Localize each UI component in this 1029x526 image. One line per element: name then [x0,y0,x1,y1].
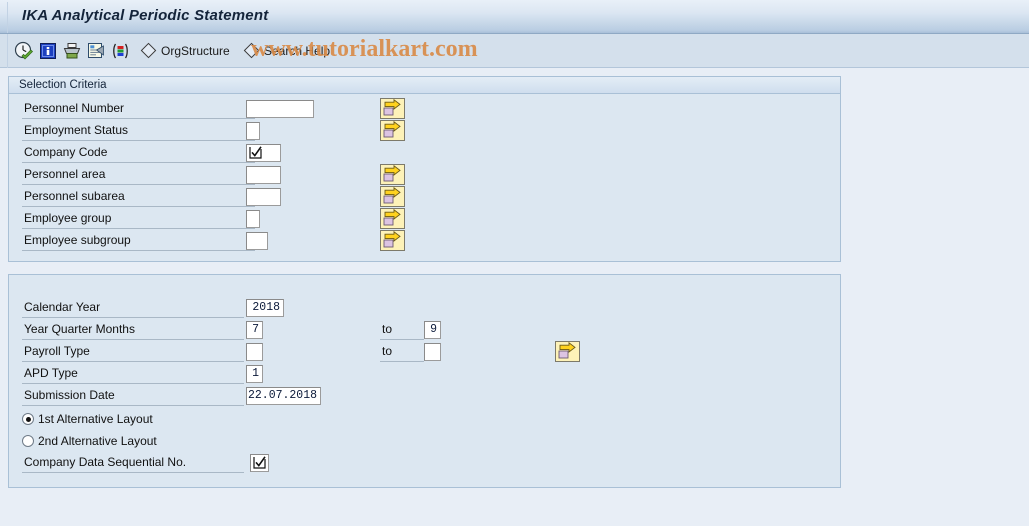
input-field-4[interactable] [246,166,281,184]
field-label-4: Personnel area [22,165,255,185]
selection-criteria-header-label: Selection Criteria [19,79,107,91]
multiple-selection-arrow-icon [383,99,401,116]
print-icon[interactable] [62,41,82,61]
radio-second-alternative-layout[interactable]: 2nd Alternative Layout [22,432,242,450]
information-icon[interactable] [38,41,58,61]
company-data-sequential-no-checkbox[interactable] [250,454,269,472]
checkmark-icon [249,146,262,159]
multiple-selection-arrow-icon [383,165,401,182]
diamond-icon [140,42,157,59]
window-title-bar: IKA Analytical Periodic Statement [0,0,1029,34]
multiple-selection-arrow-icon [558,342,576,359]
param-to-input-2[interactable]: 9 [424,321,441,339]
param-input-4[interactable]: 1 [246,365,263,383]
multiple-selection-button-2[interactable] [380,120,405,141]
param-input-5[interactable]: 22.07.2018 [246,387,321,405]
input-field-6[interactable] [246,210,260,228]
param-label-4: APD Type [22,364,244,384]
multiple-selection-arrow-icon [383,231,401,248]
multiple-selection-button-7[interactable] [380,230,405,251]
radio-first-alternative-layout[interactable]: 1st Alternative Layout [22,410,242,428]
param-label-1: Calendar Year [22,298,244,318]
param-label-5: Submission Date [22,386,244,406]
param-input-3[interactable] [246,343,263,361]
selection-criteria-header: Selection Criteria [9,77,840,94]
to-label-3: to [380,342,424,362]
checkbox-field-3[interactable] [246,144,281,162]
input-field-1[interactable] [246,100,314,118]
input-field-7[interactable] [246,232,268,250]
field-label-2: Employment Status [22,121,255,141]
radio-label-1: 1st Alternative Layout [38,412,153,426]
diamond-icon [243,42,260,59]
variant-icon[interactable] [86,41,106,61]
radio-dot [25,416,31,422]
colors-icon[interactable] [110,41,130,61]
checkmark-icon [253,456,266,469]
multiple-selection-arrow-icon [383,121,401,138]
company-data-sequential-no-label: Company Data Sequential No. [22,453,244,473]
search-help-button[interactable]: Search Help [243,42,331,59]
radio-indicator [22,435,34,447]
param-input-2[interactable]: 7 [246,321,263,339]
field-label-1: Personnel Number [22,99,255,119]
search-help-label: Search Help [264,44,331,58]
org-structure-button[interactable]: OrgStructure [140,42,230,59]
param-label-2: Year Quarter Months [22,320,244,340]
multiple-selection-button-6[interactable] [380,208,405,229]
title-left-rule [7,2,8,33]
param-input-1[interactable]: 2018 [246,299,284,317]
param-to-input-3[interactable] [424,343,441,361]
field-label-7: Employee subgroup [22,231,255,251]
input-field-5[interactable] [246,188,281,206]
multiple-selection-arrow-icon [383,209,401,226]
multiple-selection-arrow-icon [383,187,401,204]
multiple-selection-button-1[interactable] [380,98,405,119]
param-label-3: Payroll Type [22,342,244,362]
execute-clock-icon[interactable] [14,41,34,61]
to-label-2: to [380,320,424,340]
field-label-6: Employee group [22,209,255,229]
toolbar-left-rule [7,34,8,68]
radio-indicator [22,413,34,425]
org-structure-label: OrgStructure [161,44,230,58]
multiple-selection-button-4[interactable] [380,164,405,185]
param-multiple-selection-button-3[interactable] [555,341,580,362]
radio-label-2: 2nd Alternative Layout [38,434,157,448]
multiple-selection-button-5[interactable] [380,186,405,207]
field-label-3: Company Code [22,143,255,163]
input-field-2[interactable] [246,122,260,140]
field-label-5: Personnel subarea [22,187,255,207]
page-title: IKA Analytical Periodic Statement [22,7,269,24]
